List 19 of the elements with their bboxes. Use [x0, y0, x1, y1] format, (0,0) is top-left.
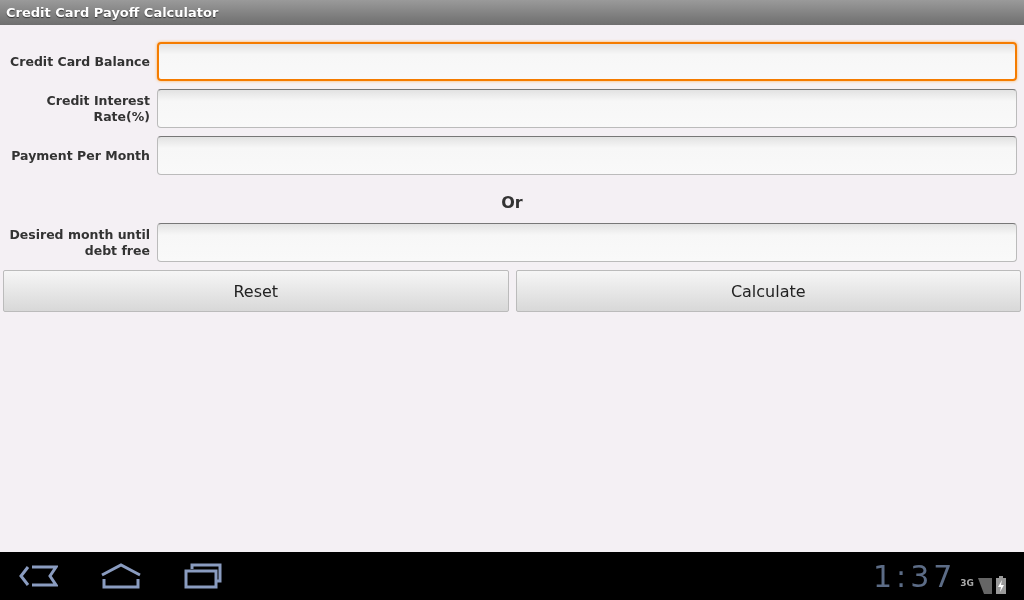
field-label: Credit Card Balance — [9, 53, 150, 70]
input-field[interactable] — [157, 42, 1017, 81]
input-field[interactable] — [157, 89, 1017, 128]
home-icon[interactable] — [100, 563, 142, 589]
field-label: Credit Interest Rate(%) — [45, 92, 150, 125]
battery-icon — [996, 575, 1006, 594]
reset-button[interactable]: Reset — [3, 270, 509, 312]
input-field[interactable] — [157, 223, 1017, 262]
separator-text: Or — [501, 193, 523, 212]
signal-icon — [978, 575, 992, 594]
calculate-button[interactable]: Calculate — [515, 270, 1021, 312]
clock: 1:37 — [872, 558, 957, 594]
window-title: Credit Card Payoff Calculator — [6, 5, 219, 20]
input-field[interactable] — [157, 136, 1017, 175]
back-icon[interactable] — [18, 564, 58, 588]
field-label: Payment Per Month — [10, 147, 150, 164]
field-label: Desired month until debt free — [8, 226, 150, 259]
network-type: 3G — [960, 577, 974, 588]
recent-apps-icon[interactable] — [184, 563, 222, 589]
